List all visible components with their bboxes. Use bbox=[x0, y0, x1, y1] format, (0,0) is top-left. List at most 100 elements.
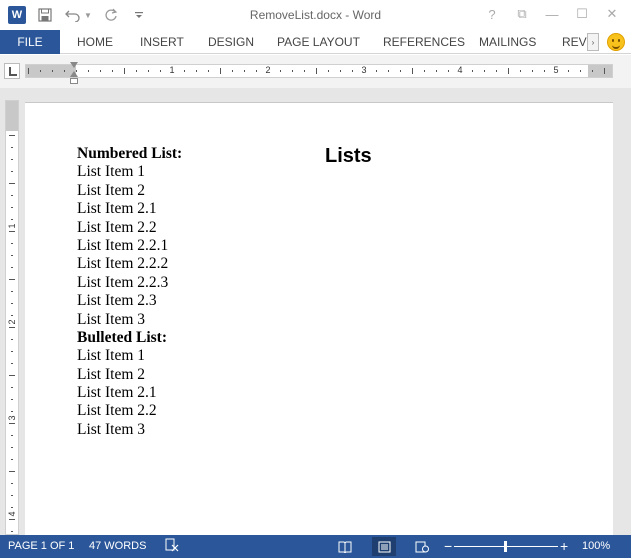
vertical-ruler-tick bbox=[11, 207, 13, 208]
vertical-ruler-tick bbox=[11, 219, 13, 220]
ruler-tick bbox=[28, 68, 29, 74]
status-bar: PAGE 1 OF 1 47 WORDS − + 100% bbox=[0, 535, 631, 558]
vertical-ruler-tick bbox=[9, 231, 15, 232]
ruler-tick bbox=[64, 70, 65, 72]
vertical-ruler-tick bbox=[11, 399, 13, 400]
ruler-tick bbox=[580, 70, 581, 72]
list-item[interactable]: List Item 3 bbox=[77, 421, 577, 439]
vertical-ruler-top-margin bbox=[6, 101, 18, 131]
minimize-icon[interactable]: — bbox=[537, 4, 567, 24]
vertical-ruler-tick bbox=[11, 351, 13, 352]
maximize-icon[interactable]: ☐ bbox=[567, 4, 597, 24]
vertical-ruler-tick bbox=[11, 531, 13, 532]
ruler-number: 4 bbox=[457, 65, 463, 75]
vertical-ruler-tick bbox=[11, 291, 13, 292]
vertical-ruler-tick bbox=[11, 159, 13, 160]
web-layout-icon[interactable] bbox=[410, 537, 434, 556]
hanging-indent-marker[interactable] bbox=[70, 71, 78, 84]
list-item[interactable]: List Item 3 bbox=[77, 311, 577, 329]
list-item[interactable]: List Item 2 bbox=[77, 182, 577, 200]
ruler-tick bbox=[160, 70, 161, 72]
zoom-out-button[interactable]: − bbox=[444, 538, 452, 554]
ruler-tick bbox=[208, 70, 209, 72]
zoom-slider-thumb[interactable] bbox=[504, 541, 507, 552]
list-item[interactable]: List Item 1 bbox=[77, 347, 577, 365]
zoom-level[interactable]: 100% bbox=[582, 540, 610, 552]
vertical-ruler-tick bbox=[9, 135, 15, 136]
word-count-status[interactable]: 47 WORDS bbox=[89, 540, 146, 552]
ruler-number: 3 bbox=[361, 65, 367, 75]
ribbon-tabs: FILE HOME INSERT DESIGN PAGE LAYOUT REFE… bbox=[0, 30, 631, 54]
first-line-indent-marker[interactable] bbox=[70, 62, 78, 68]
ruler-tick bbox=[124, 68, 125, 74]
page-count-status[interactable]: PAGE 1 OF 1 bbox=[8, 540, 74, 552]
ribbon-display-options-icon[interactable]: ⧉ bbox=[507, 4, 537, 24]
tab-design[interactable]: DESIGN bbox=[208, 30, 254, 54]
vertical-ruler-tick bbox=[11, 495, 13, 496]
read-mode-icon[interactable] bbox=[333, 537, 357, 556]
list-item[interactable]: List Item 2 bbox=[77, 366, 577, 384]
vertical-ruler[interactable]: 1 2 3 4 bbox=[5, 100, 19, 535]
vertical-ruler-number: 4 bbox=[7, 511, 17, 517]
list-heading[interactable]: Bulleted List: bbox=[77, 329, 577, 347]
close-icon[interactable]: ✕ bbox=[597, 4, 627, 24]
list-item[interactable]: List Item 2.2.1 bbox=[77, 237, 577, 255]
ruler-tick bbox=[400, 70, 401, 72]
vertical-ruler-tick bbox=[11, 171, 13, 172]
ruler-tick bbox=[340, 70, 341, 72]
ruler-tick bbox=[112, 70, 113, 72]
ruler-tick bbox=[484, 70, 485, 72]
ruler-tick bbox=[328, 70, 329, 72]
tab-selector-icon[interactable] bbox=[4, 63, 20, 79]
tab-insert[interactable]: INSERT bbox=[140, 30, 184, 54]
vertical-ruler-tick bbox=[11, 267, 13, 268]
ruler-tick bbox=[532, 70, 533, 72]
ruler-tick bbox=[244, 70, 245, 72]
ruler-tick bbox=[316, 68, 317, 74]
vertical-ruler-tick bbox=[9, 279, 15, 280]
help-icon[interactable]: ? bbox=[477, 4, 507, 24]
list-item[interactable]: List Item 2.1 bbox=[77, 384, 577, 402]
horizontal-ruler[interactable]: 1 2 3 4 5 bbox=[25, 64, 613, 78]
list-item[interactable]: List Item 2.2 bbox=[77, 402, 577, 420]
tab-mailings[interactable]: MAILINGS bbox=[479, 30, 536, 54]
left-indent-marker[interactable] bbox=[70, 78, 78, 84]
tab-references[interactable]: REFERENCES bbox=[383, 30, 465, 54]
document-workspace: 1 2 3 4 Lists Numbered List: List Item 1 List… bbox=[0, 88, 631, 535]
ruler-tick bbox=[232, 70, 233, 72]
vertical-ruler-tick bbox=[11, 303, 13, 304]
ruler-tick bbox=[100, 70, 101, 72]
list-item[interactable]: List Item 2.1 bbox=[77, 200, 577, 218]
vertical-ruler-tick bbox=[9, 327, 15, 328]
vertical-ruler-tick bbox=[11, 315, 13, 316]
list-heading[interactable]: Numbered List: bbox=[77, 145, 577, 163]
list-item[interactable]: List Item 2.2.3 bbox=[77, 274, 577, 292]
ruler-tick bbox=[88, 70, 89, 72]
list-item[interactable]: List Item 1 bbox=[77, 163, 577, 181]
tab-page-layout[interactable]: PAGE LAYOUT bbox=[277, 30, 360, 54]
document-page[interactable]: Lists Numbered List: List Item 1 List Item… bbox=[25, 102, 613, 535]
list-item[interactable]: List Item 2.2.2 bbox=[77, 255, 577, 273]
vertical-ruler-tick bbox=[9, 183, 15, 184]
list-item[interactable]: List Item 2.2 bbox=[77, 219, 577, 237]
feedback-smiley-icon[interactable] bbox=[607, 33, 625, 51]
ruler-tick bbox=[220, 68, 221, 74]
ruler-tick bbox=[508, 68, 509, 74]
list-item[interactable]: List Item 2.3 bbox=[77, 292, 577, 310]
ruler-tick bbox=[520, 70, 521, 72]
ruler-tick bbox=[472, 70, 473, 72]
ruler-tick bbox=[448, 70, 449, 72]
tab-file[interactable]: FILE bbox=[0, 30, 60, 54]
vertical-ruler-tick bbox=[11, 243, 13, 244]
tab-home[interactable]: HOME bbox=[77, 30, 113, 54]
print-layout-icon[interactable] bbox=[372, 537, 396, 556]
document-body[interactable]: Numbered List: List Item 1 List Item 2 List… bbox=[77, 145, 577, 439]
vertical-ruler-tick bbox=[9, 519, 15, 520]
ribbon-scroll-right-button[interactable]: › bbox=[587, 33, 599, 51]
zoom-in-button[interactable]: + bbox=[560, 538, 568, 554]
proofing-icon[interactable] bbox=[165, 538, 179, 555]
ruler-tick bbox=[424, 70, 425, 72]
vertical-ruler-tick bbox=[11, 483, 13, 484]
ruler-tick bbox=[388, 70, 389, 72]
horizontal-ruler-area: 1 2 3 4 5 bbox=[0, 55, 631, 88]
